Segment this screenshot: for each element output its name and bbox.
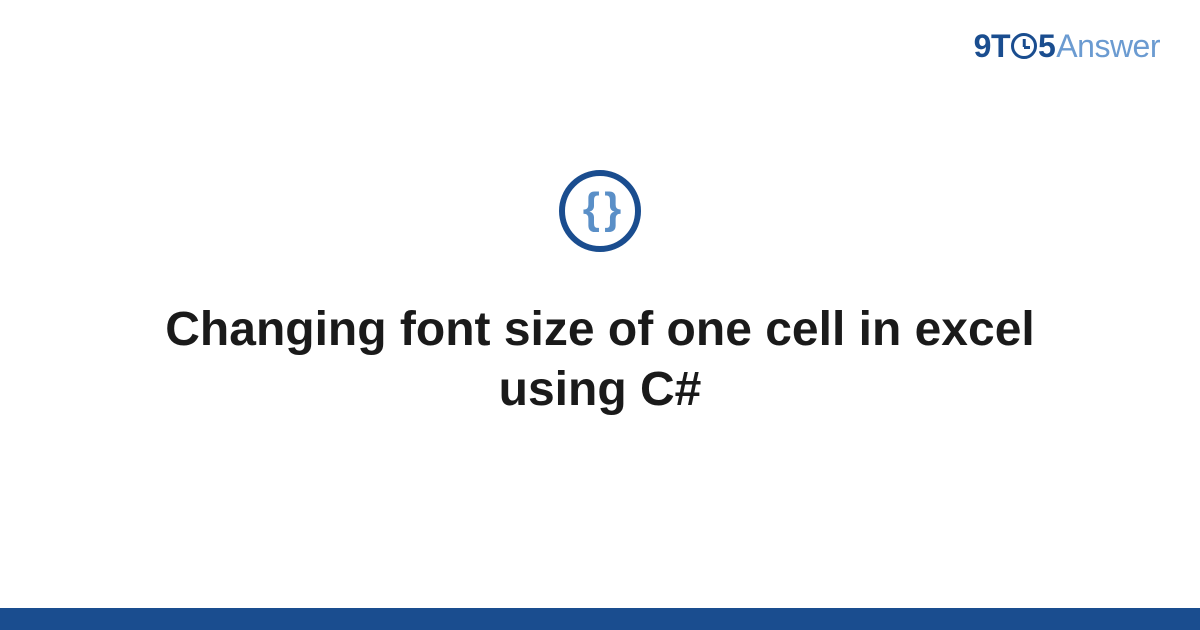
code-braces-icon: { } bbox=[559, 170, 641, 252]
main-content: { } Changing font size of one cell in ex… bbox=[0, 0, 1200, 630]
page-title: Changing font size of one cell in excel … bbox=[150, 300, 1050, 420]
braces-glyph: { } bbox=[583, 187, 617, 231]
footer-bar bbox=[0, 608, 1200, 630]
